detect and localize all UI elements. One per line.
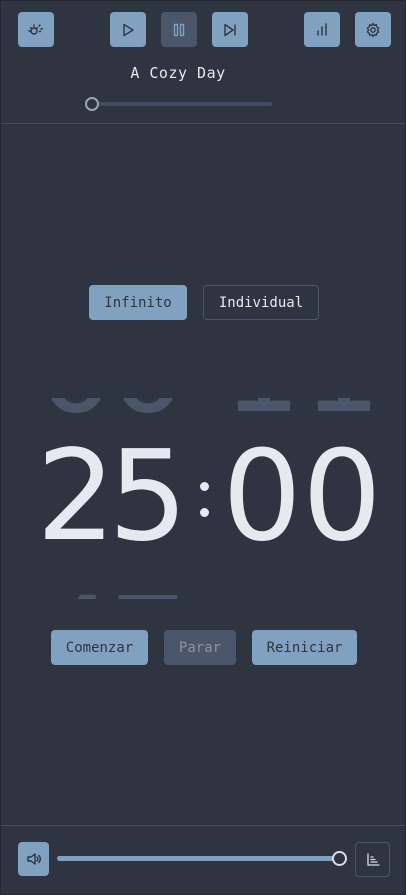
track-progress-bar[interactable] [92, 102, 272, 106]
skip-next-icon [224, 23, 236, 36]
gear-icon [366, 21, 380, 38]
timer-seconds-tens: 0 [222, 424, 302, 569]
volume-slider-thumb[interactable] [332, 851, 347, 866]
timer-minutes-tens: 2 [36, 424, 116, 569]
footer-divider [1, 825, 405, 826]
pause-button[interactable] [161, 12, 197, 47]
volume-slider[interactable] [57, 856, 339, 861]
track-title: A Cozy Day [130, 64, 226, 82]
stop-button[interactable]: Parar [164, 630, 236, 665]
reset-button[interactable]: Reiniciar [252, 630, 357, 665]
timer-seconds-ones: 0 [302, 424, 382, 569]
bar-chart-icon [317, 22, 327, 36]
timer-colon [198, 478, 210, 522]
speaker-icon [26, 853, 41, 865]
track-progress-thumb[interactable] [85, 97, 99, 111]
volume-button[interactable] [18, 842, 49, 876]
header-divider [1, 123, 405, 124]
weather-button[interactable] [18, 12, 54, 47]
pause-icon [173, 23, 185, 36]
chart-button[interactable] [355, 842, 390, 877]
settings-button[interactable] [355, 12, 391, 47]
play-icon [123, 23, 134, 36]
stats-button[interactable] [304, 12, 340, 47]
mode-individual-button[interactable]: Individual [203, 285, 319, 320]
skip-next-button[interactable] [212, 12, 248, 47]
mode-infinite-button[interactable]: Infinito [89, 285, 187, 320]
sun-cloud-icon [28, 23, 44, 35]
timer-minutes-ones: 5 [108, 424, 188, 569]
start-button[interactable]: Comenzar [51, 630, 148, 665]
chart-axis-icon [366, 852, 380, 866]
play-button[interactable] [110, 12, 146, 47]
